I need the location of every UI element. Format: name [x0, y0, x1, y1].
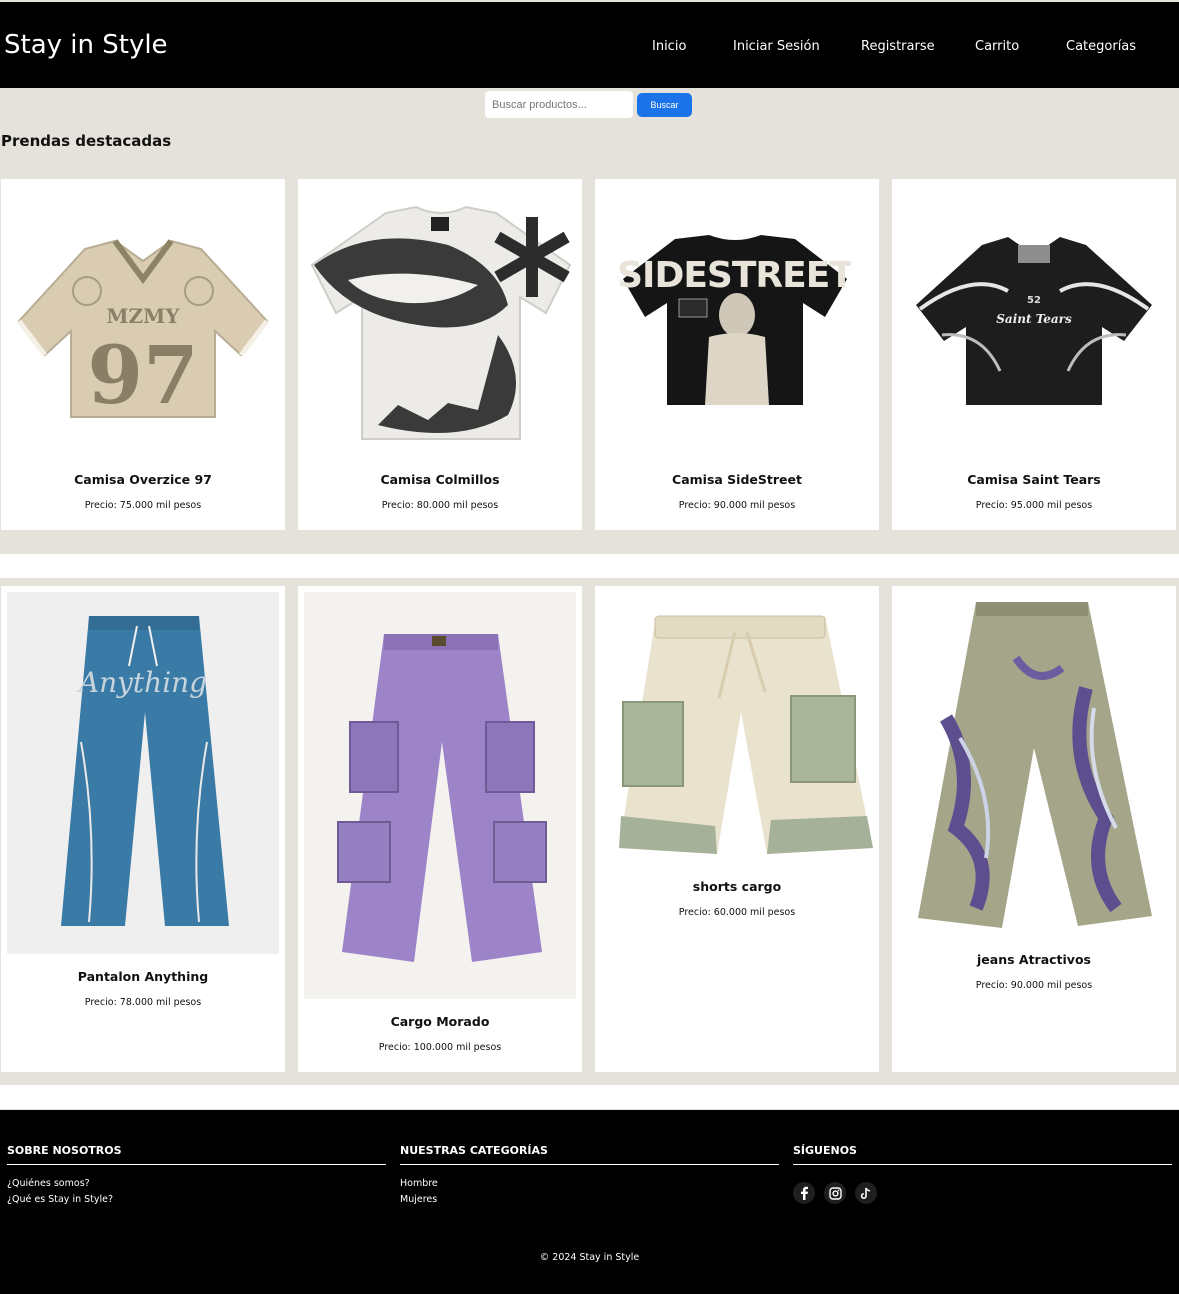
footer: SOBRE NOSOTROS ¿Quiénes somos? ¿Qué es S… [0, 1110, 1179, 1294]
top-navbar: Stay in Style Inicio Iniciar Sesión Regi… [0, 2, 1179, 88]
footer-divider [7, 1164, 386, 1165]
product-image-overzice-97[interactable]: MZMY 97 [15, 231, 271, 421]
product-price: Precio: 90.000 mil pesos [975, 980, 1093, 991]
product-image-shorts-cargo[interactable] [615, 602, 875, 858]
footer-link-hombre[interactable]: Hombre [400, 1178, 438, 1189]
footer-heading-follow: SÍGUENOS [793, 1144, 857, 1157]
product-card[interactable]: 52 Saint Tears Camisa Saint Tears Precio… [892, 179, 1176, 530]
product-name[interactable]: jeans Atractivos [892, 952, 1176, 967]
product-image-jeans-atractivos[interactable] [916, 598, 1156, 932]
footer-divider [400, 1164, 779, 1165]
product-image-colmillos[interactable] [308, 205, 574, 449]
footer-heading-about: SOBRE NOSOTROS [7, 1144, 122, 1157]
product-image-pantalon-anything[interactable]: Anything [7, 592, 279, 954]
product-price: Precio: 100.000 mil pesos [378, 1042, 502, 1053]
product-card[interactable]: jeans Atractivos Precio: 90.000 mil peso… [892, 586, 1176, 1072]
product-image-saint-tears[interactable]: 52 Saint Tears [912, 231, 1156, 409]
product-price: Precio: 90.000 mil pesos [678, 500, 796, 511]
svg-text:SIDESTREET: SIDESTREET [619, 255, 851, 296]
svg-text:52: 52 [1027, 295, 1041, 306]
nav-inicio[interactable]: Inicio [652, 39, 686, 54]
product-name[interactable]: Camisa Overzice 97 [1, 472, 285, 487]
nav-iniciar-sesion[interactable]: Iniciar Sesión [733, 39, 820, 54]
section-title: Prendas destacadas [1, 132, 172, 150]
brand-logo[interactable]: Stay in Style [4, 30, 168, 60]
svg-text:97: 97 [87, 328, 198, 421]
nav-categorias[interactable]: Categorías [1066, 39, 1136, 54]
product-card[interactable]: MZMY 97 Camisa Overzice 97 Precio: 75.00… [1, 179, 285, 530]
product-price: Precio: 80.000 mil pesos [381, 500, 499, 511]
product-price: Precio: 60.000 mil pesos [678, 907, 796, 918]
copyright-text: © 2024 Stay in Style [539, 1252, 640, 1263]
search-button[interactable]: Buscar [637, 93, 692, 117]
footer-link-mujeres[interactable]: Mujeres [400, 1194, 437, 1205]
facebook-icon[interactable] [793, 1182, 815, 1204]
product-name[interactable]: Camisa SideStreet [595, 472, 879, 487]
footer-link-que-es[interactable]: ¿Qué es Stay in Style? [7, 1194, 113, 1205]
svg-text:Anything: Anything [76, 666, 207, 699]
product-card[interactable]: SIDESTREET Camisa SideStreet Precio: 90.… [595, 179, 879, 530]
product-card[interactable]: Camisa Colmillos Precio: 80.000 mil peso… [298, 179, 582, 530]
product-card[interactable]: shorts cargo Precio: 60.000 mil pesos [595, 586, 879, 1072]
row-divider [0, 554, 1179, 578]
search-input[interactable] [485, 91, 633, 118]
product-name[interactable]: shorts cargo [595, 879, 879, 894]
svg-text:Saint Tears: Saint Tears [996, 312, 1072, 326]
product-name[interactable]: Pantalon Anything [1, 969, 285, 984]
product-name[interactable]: Cargo Morado [298, 1014, 582, 1029]
nav-carrito[interactable]: Carrito [975, 39, 1019, 54]
product-image-sidestreet[interactable]: SIDESTREET [619, 233, 851, 409]
product-name[interactable]: Camisa Saint Tears [892, 472, 1176, 487]
row-divider-bottom [0, 1085, 1179, 1109]
footer-heading-categories: NUESTRAS CATEGORÍAS [400, 1144, 548, 1157]
product-image-cargo-morado[interactable] [304, 592, 576, 999]
product-card[interactable]: Anything Pantalon Anything Precio: 78.00… [1, 586, 285, 1072]
tiktok-icon[interactable] [855, 1182, 877, 1204]
footer-link-quienes-somos[interactable]: ¿Quiénes somos? [7, 1178, 90, 1189]
product-price: Precio: 95.000 mil pesos [975, 500, 1093, 511]
product-price: Precio: 78.000 mil pesos [84, 997, 202, 1008]
nav-registrarse[interactable]: Registrarse [861, 39, 935, 54]
product-name[interactable]: Camisa Colmillos [298, 472, 582, 487]
instagram-icon[interactable] [824, 1182, 846, 1204]
footer-divider [793, 1164, 1172, 1165]
product-card[interactable]: Cargo Morado Precio: 100.000 mil pesos [298, 586, 582, 1072]
svg-text:MZMY: MZMY [106, 304, 180, 328]
product-price: Precio: 75.000 mil pesos [84, 500, 202, 511]
